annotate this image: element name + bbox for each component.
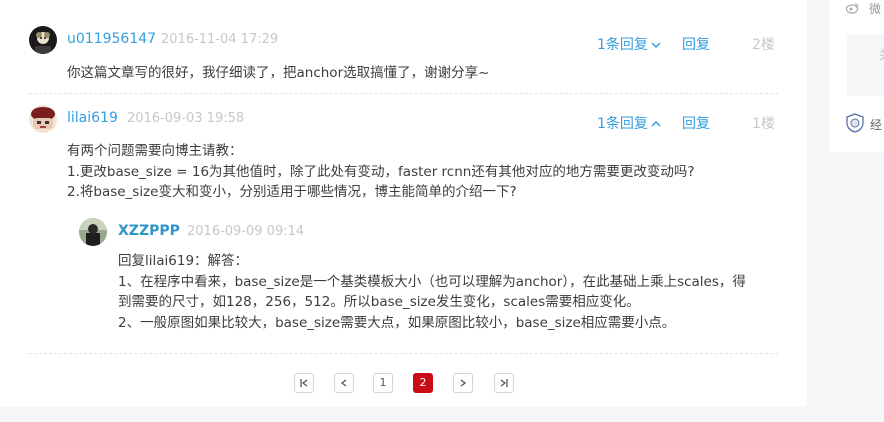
reply-text: 1、在程序中看来，base_size是一个基类模板大小（也可以理解为anchor… — [118, 274, 746, 290]
first-page-icon — [300, 379, 308, 387]
first-page-button[interactable] — [294, 373, 314, 393]
reply-button[interactable]: 回复 — [682, 113, 710, 133]
floor-number: 1楼 — [752, 116, 775, 132]
comment-text: 1.更改base_size = 16为其他值时，除了此处有变动，faster r… — [67, 164, 695, 180]
avatar[interactable] — [79, 218, 107, 246]
sidebar-widget: 关 — [847, 34, 884, 96]
divider — [29, 353, 778, 354]
next-page-button[interactable] — [453, 373, 473, 393]
badge-icon — [846, 113, 864, 133]
page-button-current[interactable]: 2 — [413, 373, 433, 393]
weibo-label[interactable]: 微 — [869, 0, 881, 17]
sidebar-widget-text: 关 — [879, 46, 884, 63]
reply-button[interactable]: 回复 — [682, 34, 710, 54]
weibo-icon[interactable] — [846, 2, 860, 14]
next-page-icon — [460, 379, 467, 387]
chevron-down-icon — [651, 42, 661, 49]
comment-text: 2.将base_size变大和变小，分别适用于哪些情况，博主能简单的介绍一下? — [67, 184, 517, 200]
comment-text: 有两个问题需要向博主请教： — [67, 143, 243, 159]
avatar[interactable] — [29, 105, 57, 133]
badge-label: 经 — [870, 118, 883, 132]
comment-date: 2016-11-04 17:29 — [161, 32, 279, 47]
reply-text: 2、一般原图如果比较大，base_size需要大点，如果原图比较小，base_s… — [118, 315, 676, 331]
divider — [29, 93, 778, 94]
replies-count-label: 1条回复 — [597, 37, 648, 53]
reply-text: 回复lilai619：解答： — [118, 253, 249, 269]
last-page-button[interactable] — [494, 373, 514, 393]
reply-date: 2016-09-09 09:14 — [187, 224, 305, 239]
prev-page-icon — [340, 379, 347, 387]
reply-username[interactable]: XZZPPP — [118, 223, 180, 239]
chevron-up-icon — [651, 120, 661, 127]
comments-panel: u011956147 2016-11-04 17:29 1条回复 回复 2楼 你… — [0, 0, 807, 407]
reply-text: 到需要的尺寸，如128，256，512。所以base_size发生变化，scal… — [118, 294, 640, 310]
comment-date: 2016-09-03 19:58 — [127, 111, 245, 126]
replies-count-label: 1条回复 — [597, 116, 648, 132]
comment-username[interactable]: u011956147 — [67, 31, 156, 47]
show-replies-toggle[interactable]: 1条回复 — [597, 34, 661, 54]
floor-number: 2楼 — [752, 37, 775, 53]
comment-text: 你这篇文章写的很好，我仔细读了，把anchor选取搞懂了，谢谢分享~ — [67, 65, 490, 81]
hide-replies-toggle[interactable]: 1条回复 — [597, 113, 661, 133]
comment-username[interactable]: lilai619 — [67, 110, 118, 126]
avatar[interactable] — [29, 26, 57, 54]
prev-page-button[interactable] — [334, 373, 354, 393]
sidebar-card: 微 关 经 — [829, 0, 884, 152]
page-button[interactable]: 1 — [373, 373, 393, 393]
last-page-icon — [500, 379, 508, 387]
